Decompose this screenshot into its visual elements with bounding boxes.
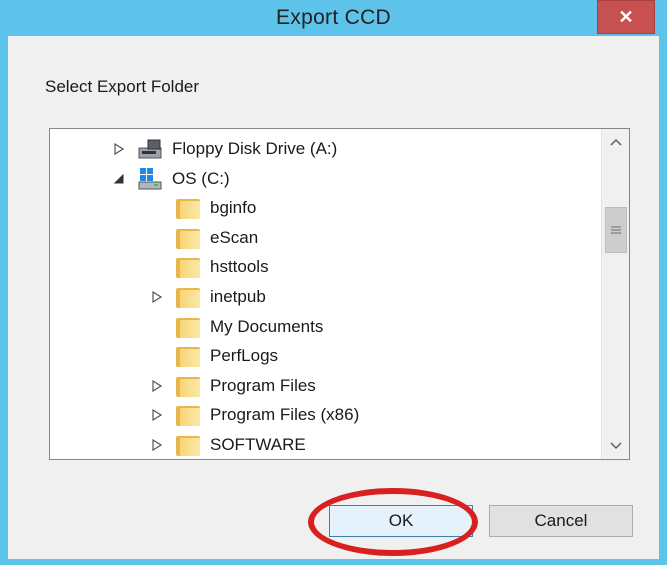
- dialog-prompt: Select Export Folder: [45, 77, 200, 96]
- tree-item-label: Program Files (x86): [210, 405, 360, 425]
- chevron-up-icon: [610, 138, 622, 146]
- folder-icon: [176, 256, 200, 279]
- tree-item[interactable]: OS (C:): [112, 165, 230, 193]
- hard-drive-icon: [138, 167, 162, 190]
- ok-button[interactable]: OK: [329, 505, 473, 537]
- tree-item-label: bginfo: [210, 198, 257, 218]
- tree-item-label: inetpub: [210, 287, 266, 306]
- folder-icon: [176, 345, 200, 368]
- vertical-scrollbar[interactable]: [601, 129, 629, 459]
- close-icon: ✕: [618, 6, 634, 27]
- scroll-thumb[interactable]: [605, 207, 627, 253]
- tree-item-label: PerfLogs: [210, 346, 279, 366]
- expand-arrow-icon[interactable]: [150, 438, 164, 452]
- folder-icon: [176, 316, 200, 338]
- collapse-arrow-icon[interactable]: [112, 172, 126, 186]
- grip-icon: [611, 226, 621, 234]
- folder-icon: [176, 375, 200, 397]
- close-button[interactable]: ✕: [597, 0, 655, 34]
- folder-tree[interactable]: Floppy Disk Drive (A:) OS (C:) bginfo eScan…: [49, 128, 630, 460]
- tree-item[interactable]: Floppy Disk Drive (A:): [112, 135, 337, 163]
- cancel-button[interactable]: Cancel: [489, 505, 633, 537]
- tree-item-label: Floppy Disk Drive (A:): [172, 139, 338, 158]
- tree-item[interactable]: eScan: [150, 224, 258, 252]
- expand-arrow-icon[interactable]: [150, 379, 164, 393]
- tree-item[interactable]: SOFTWARE: [150, 431, 306, 459]
- dialog-body: Select Export Folder Floppy Disk Drive (…: [8, 36, 659, 559]
- expand-arrow-icon[interactable]: [112, 142, 126, 156]
- tree-item-label: eScan: [210, 227, 259, 247]
- chevron-down-icon: [610, 442, 622, 450]
- tree-item[interactable]: PerfLogs: [150, 342, 278, 370]
- folder-icon: [176, 227, 200, 249]
- folder-icon: [176, 197, 200, 220]
- tree-item[interactable]: Program Files (x86): [150, 401, 359, 429]
- scroll-up-button[interactable]: [602, 129, 629, 155]
- tree-item[interactable]: hsttools: [150, 253, 269, 281]
- export-ccd-window: Export CCD ✕ Select Export Folder Floppy…: [0, 0, 667, 565]
- folder-icon: [176, 434, 200, 456]
- expand-arrow-icon[interactable]: [150, 290, 164, 304]
- floppy-drive-icon: [138, 138, 162, 160]
- scroll-down-button[interactable]: [602, 433, 629, 459]
- tree-item[interactable]: inetpub: [150, 283, 266, 311]
- tree-item-label: SOFTWARE: [210, 435, 306, 454]
- expand-arrow-icon[interactable]: [150, 408, 164, 422]
- tree-item-label: Program Files: [210, 375, 316, 395]
- folder-icon: [176, 404, 200, 427]
- tree-item-label: OS (C:): [172, 168, 230, 188]
- tree-item[interactable]: Program Files: [150, 372, 316, 400]
- tree-item-label: My Documents: [210, 316, 324, 336]
- folder-icon: [176, 286, 200, 308]
- tree-item-label: hsttools: [210, 257, 269, 277]
- tree-item[interactable]: My Documents: [150, 313, 323, 341]
- window-title: Export CCD: [275, 6, 392, 29]
- tree-item[interactable]: bginfo: [150, 194, 256, 222]
- title-bar[interactable]: Export CCD ✕: [0, 0, 667, 36]
